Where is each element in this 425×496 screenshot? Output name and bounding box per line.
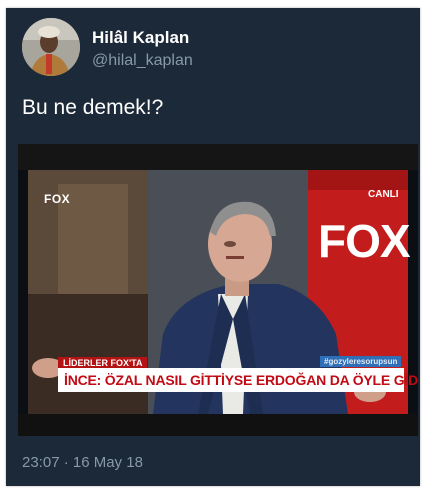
avatar-photo	[22, 18, 80, 76]
hashtag-label: #gozyleresorupsun	[320, 356, 402, 367]
author-name[interactable]: Hilâl Kaplan	[92, 28, 189, 48]
live-label: CANLI	[368, 189, 399, 200]
author-handle[interactable]: @hilal_kaplan	[92, 52, 193, 70]
tweet-timestamp[interactable]: 23:07 · 16 May 18	[22, 454, 143, 471]
avatar[interactable]	[22, 18, 80, 76]
tweet-text: Bu ne demek!?	[22, 96, 164, 119]
channel-logo: FOX	[44, 192, 71, 206]
backdrop-logo: FOX	[318, 215, 411, 267]
tweet-card[interactable]: Hilâl Kaplan @hilal_kaplan Bu ne demek!?	[6, 8, 420, 486]
tweet-media-image[interactable]: FOX CANLI FOX LİDERLER FOX'TA #gozyleres…	[18, 144, 418, 436]
tv-screen-photo	[18, 144, 418, 436]
headline-text: İNCE: ÖZAL NASIL GİTTİYSE ERDOĞAN DA ÖYL…	[64, 372, 418, 388]
